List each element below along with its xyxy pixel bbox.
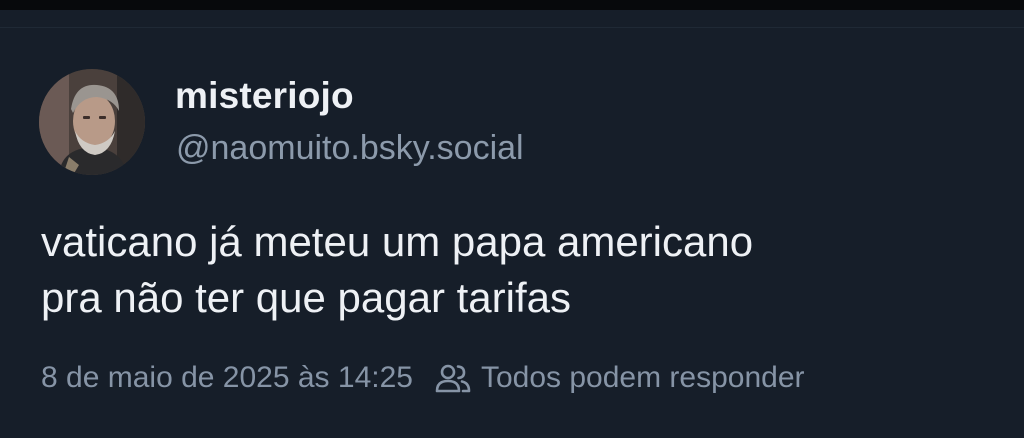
post-meta: 8 de maio de 2025 às 14:25 Todos podem r…	[41, 358, 805, 398]
users-icon	[435, 362, 471, 394]
avatar-image	[39, 69, 145, 175]
author-handle[interactable]: @naomuito.bsky.social	[176, 129, 524, 168]
post-timestamp[interactable]: 8 de maio de 2025 às 14:25	[41, 361, 413, 395]
author-display-name[interactable]: misteriojo	[175, 75, 354, 117]
top-bar	[0, 0, 1024, 10]
post: misteriojo @naomuito.bsky.social vatican…	[0, 28, 1024, 428]
post-text-line-2: pra não ter que pagar tarifas	[41, 274, 572, 321]
post-text-line-1: vaticano já meteu um papa americano	[41, 218, 754, 265]
post-text: vaticano já meteu um papa americano pra …	[41, 214, 991, 326]
avatar[interactable]	[39, 69, 145, 175]
reply-permission-label[interactable]: Todos podem responder	[481, 361, 805, 395]
